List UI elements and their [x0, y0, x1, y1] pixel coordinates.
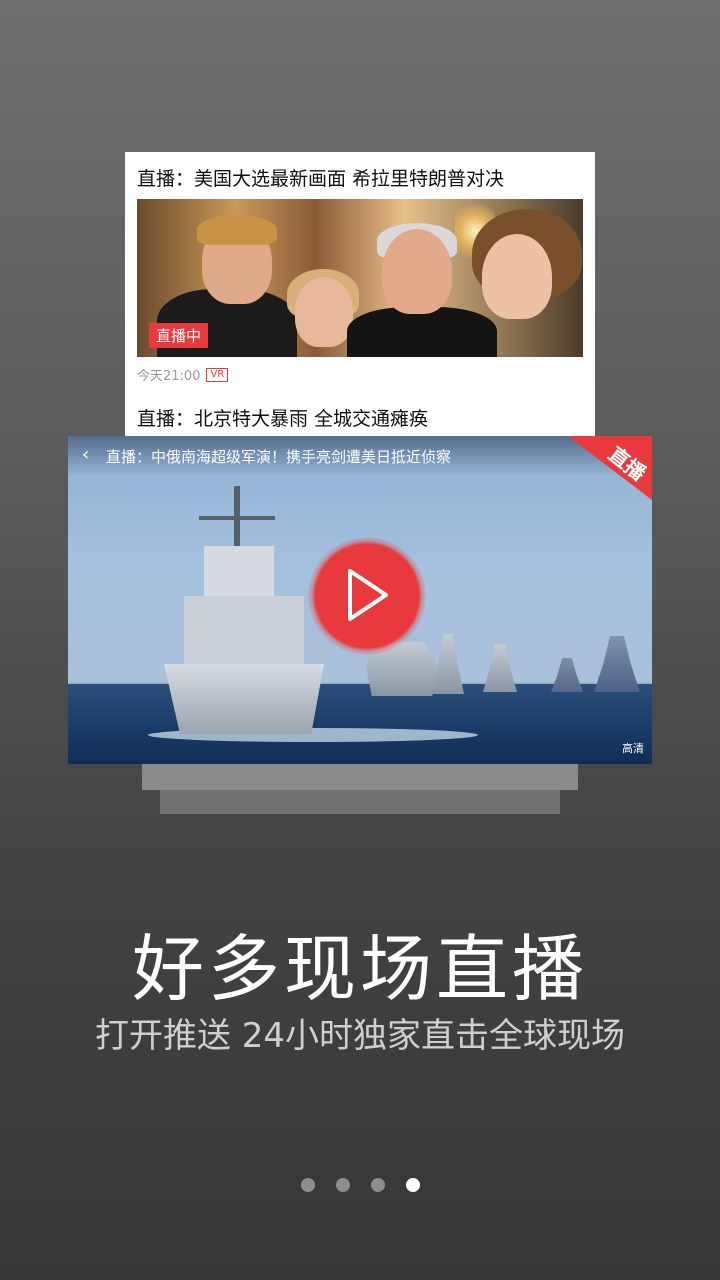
person-suit: [347, 307, 497, 357]
warship-graphic: [483, 644, 517, 692]
person-face: [482, 234, 552, 319]
play-icon: [348, 569, 388, 621]
pagination-dot[interactable]: [370, 1178, 385, 1192]
news-photo: 直播中: [137, 199, 583, 357]
vr-tag: VR: [206, 367, 229, 382]
play-button[interactable]: [308, 537, 426, 655]
pagination-dots: [0, 1178, 720, 1192]
page-headline: 好多现场直播: [131, 927, 588, 1011]
page-subline: 打开推送 24小时独家直击全球现场: [94, 1016, 626, 1056]
pagination-dot[interactable]: [300, 1178, 315, 1192]
news-meta: 今天21:00 VR: [137, 365, 229, 384]
warship-graphic: [594, 636, 640, 692]
video-topbar: ‹ 直播：中俄南海超级军演！携手亮剑遭美日抵近侦察: [68, 436, 652, 476]
ship-mast-bar: [199, 516, 275, 520]
sea-graphic: [68, 684, 652, 764]
person-face: [382, 229, 452, 314]
live-badge: 直播中: [149, 323, 209, 348]
ship-hull: [164, 664, 324, 734]
pagination-dot[interactable]: [335, 1178, 350, 1192]
chevron-left-icon[interactable]: ‹: [82, 444, 89, 465]
ship-superstructure: [184, 596, 304, 668]
person-face: [295, 277, 353, 347]
card-shadow-plate-back: [160, 790, 560, 814]
hd-quality-label[interactable]: 高清: [622, 740, 644, 756]
video-title: 直播：中俄南海超级军演！携手亮剑遭美日抵近侦察: [106, 448, 452, 466]
warship-graphic: [551, 658, 583, 692]
warship-graphic: [432, 634, 464, 694]
news-time: 今天21:00: [137, 369, 201, 384]
ship-bridge: [204, 546, 274, 601]
news-title-second[interactable]: 直播：北京特大暴雨 全城交通瘫痪: [137, 404, 428, 431]
news-title: 直播：美国大选最新画面 希拉里特朗普对决: [137, 168, 505, 190]
card-shadow-plate-front: [142, 764, 578, 790]
person-hair: [197, 215, 277, 245]
pagination-dot-active[interactable]: [405, 1178, 420, 1192]
news-card[interactable]: 直播：美国大选最新画面 希拉里特朗普对决 直播中 今天21:00 VR 直播：北…: [125, 152, 595, 452]
video-card[interactable]: ‹ 直播：中俄南海超级军演！携手亮剑遭美日抵近侦察 直播 高清: [68, 436, 652, 764]
warship-main-graphic: [164, 486, 324, 736]
